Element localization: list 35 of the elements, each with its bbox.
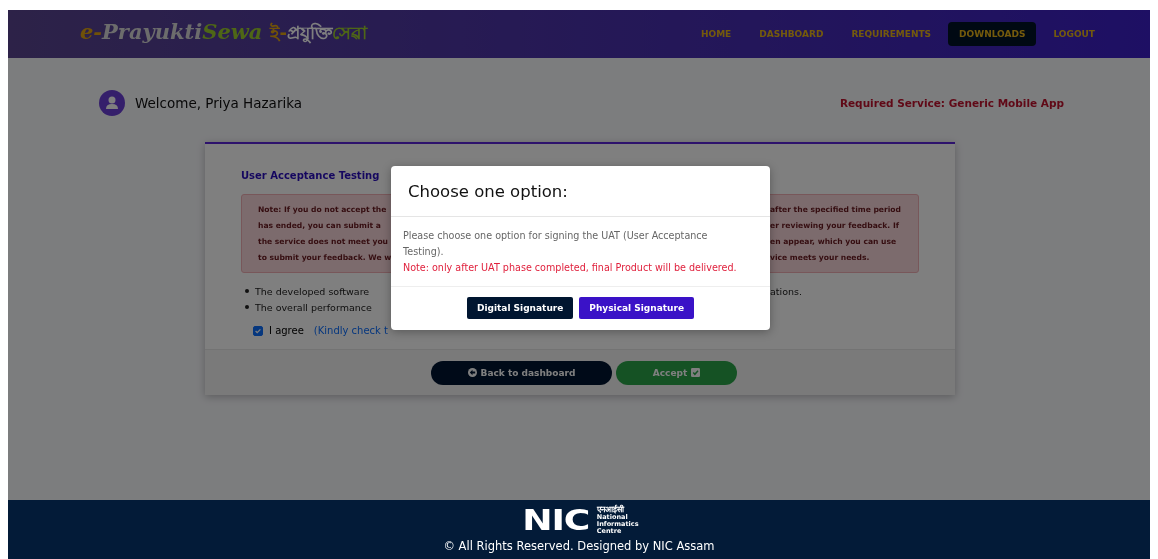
check-square-icon — [691, 368, 701, 377]
physical-signature-button[interactable]: Physical Signature — [579, 297, 695, 319]
logo-text: e- — [80, 18, 103, 44]
back-button[interactable]: Back to dashboard — [431, 360, 612, 385]
bullet-icon — [245, 305, 249, 309]
nav-link[interactable]: DOWNLOADS — [948, 22, 1037, 46]
modal-note: Note: only after UAT phase completed, final Product will be delivered. — [403, 261, 738, 275]
agree-label: I agree — [269, 325, 304, 336]
bullet-text: The developed software — [255, 285, 370, 297]
logo-text: প্রযুক্তি — [286, 20, 332, 46]
logo-text: एनआईसी — [596, 505, 625, 514]
bullet-icon — [245, 289, 249, 293]
copyright-text: © All Rights Reserved. Designed by NIC Assam — [443, 539, 715, 553]
nav-link[interactable]: REQUIREMENTS — [840, 22, 943, 46]
digital-signature-button[interactable]: Digital Signature — [466, 297, 574, 319]
nav-link[interactable]: LOGOUT — [1042, 22, 1106, 46]
user-avatar-icon — [97, 89, 127, 117]
arrow-left-icon — [467, 368, 477, 377]
welcome-text: Welcome, Priya Hazarika — [135, 95, 303, 111]
accept-button[interactable]: Accept — [616, 360, 737, 385]
agree-checkbox[interactable] — [253, 325, 263, 336]
bullet-text: ations. — [770, 285, 803, 297]
card-title: User Acceptance Testing — [241, 169, 380, 183]
modal-message: Please choose one option for signing the UAT (User Acceptance Testing). — [403, 229, 709, 259]
nic-logo-text: NIC — [522, 506, 590, 534]
logo-text: Prayukti — [102, 18, 203, 44]
nav-link[interactable]: DASHBOARD — [748, 22, 835, 46]
logo-text: ই- — [270, 20, 287, 43]
check-link[interactable]: (Kindly check t — [313, 325, 388, 336]
modal-title: Choose one option: — [391, 166, 770, 217]
required-service-text: Required Service: Generic Mobile App — [839, 97, 1064, 109]
logo-text: Sewa — [202, 18, 263, 44]
bullet-text: The overall performance — [255, 301, 372, 313]
logo-text: সেৱা — [331, 20, 367, 43]
nav-link[interactable]: HOME — [690, 22, 743, 46]
